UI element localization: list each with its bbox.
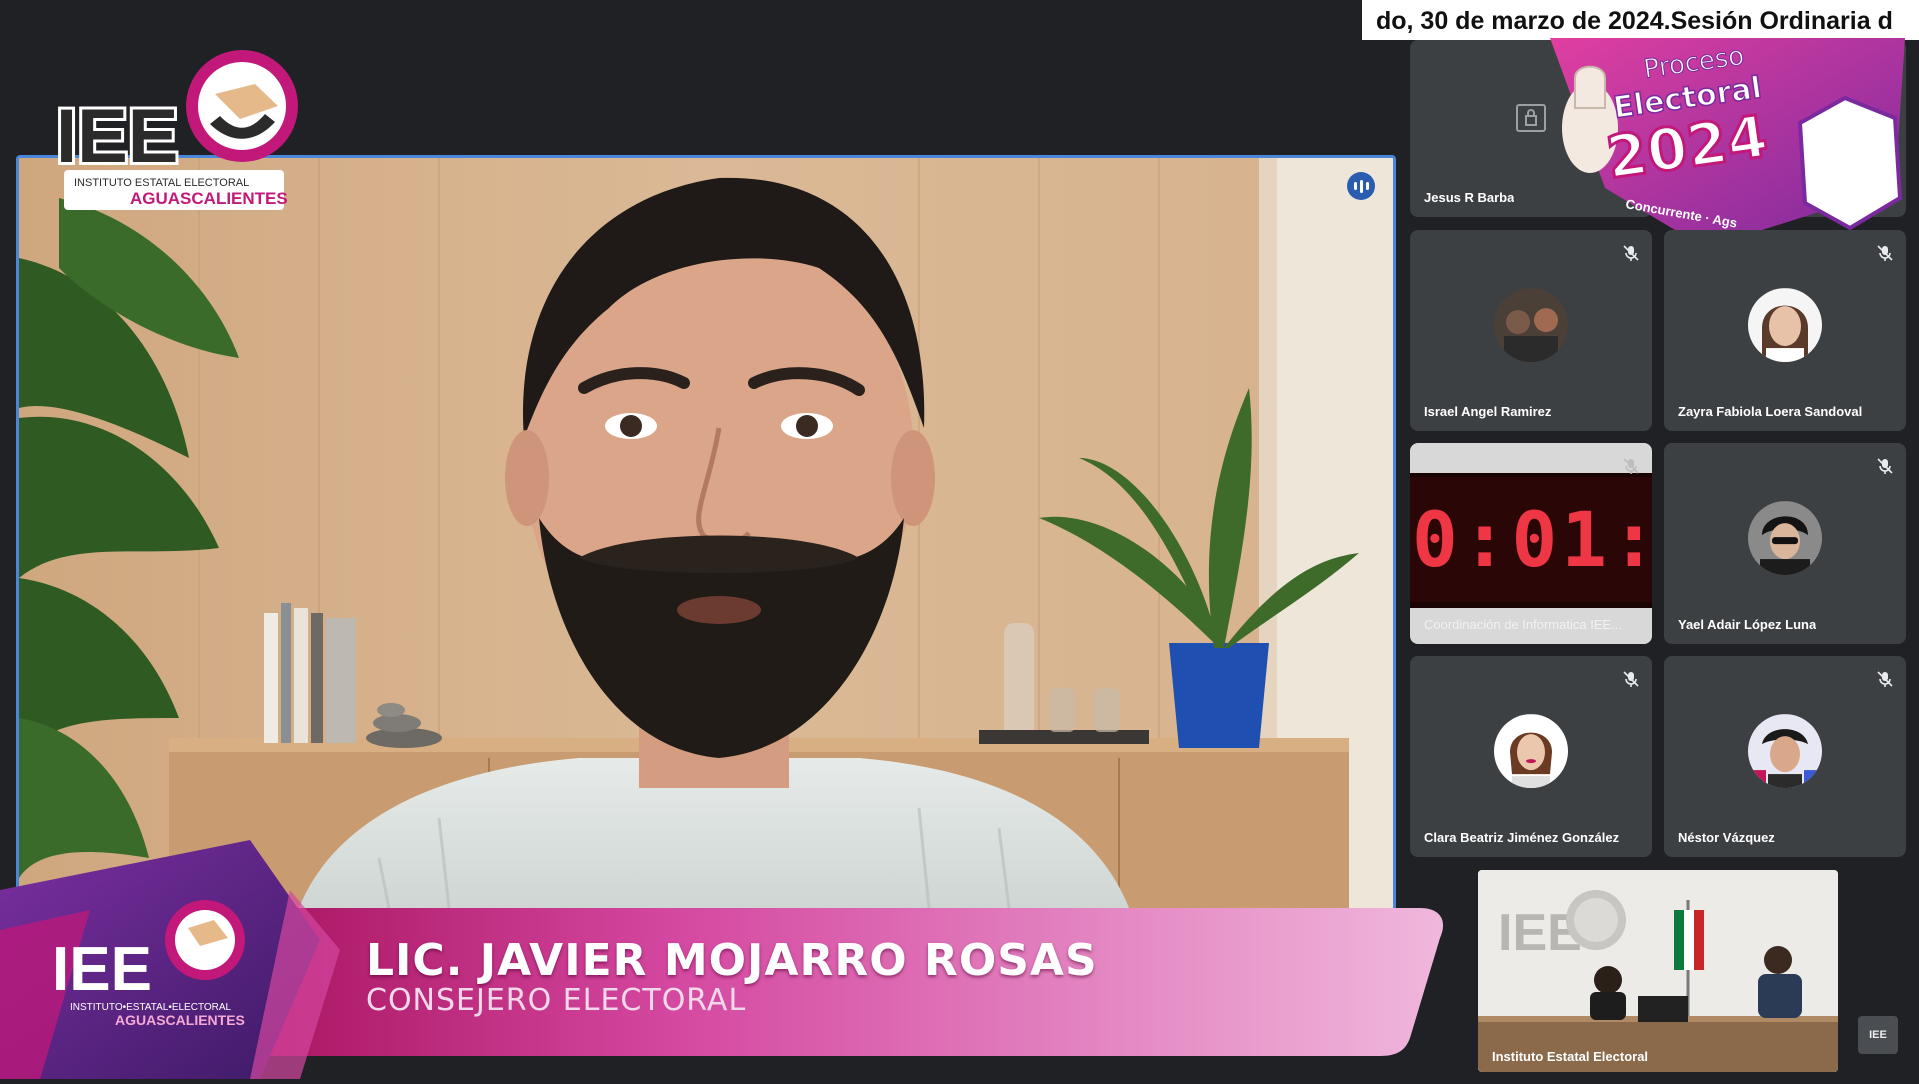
logo-line2: AGUASCALIENTES [130, 189, 288, 208]
mic-off-icon [1877, 245, 1893, 261]
avatar [1748, 500, 1822, 575]
avatar [1748, 713, 1822, 788]
participant-tile-israel[interactable]: Israel Angel Ramirez [1410, 230, 1652, 431]
iee-logo-top: IEE INSTITUTO ESTATAL ELECTORAL AGUASCAL… [50, 44, 310, 214]
participant-name: Yael Adair López Luna [1678, 617, 1817, 632]
participant-tile-coordinacion[interactable]: 0:01:2 Coordinación de Informatica IEE..… [1410, 443, 1652, 644]
timer-display: 0:01:2 [1410, 473, 1652, 608]
participant-name: Coordinación de Informatica IEE... [1424, 617, 1622, 632]
main-speaker-video[interactable] [16, 155, 1396, 911]
speaker-scene [19, 158, 1393, 908]
mic-off-icon [1623, 245, 1639, 261]
session-ticker: do, 30 de marzo de 2024.Sesión Ordinaria… [1362, 0, 1919, 40]
mic-off-icon [1623, 671, 1639, 687]
participant-tile-instituto[interactable]: IEE Instituto Estatal Electoral [1478, 870, 1838, 1072]
lock-icon [1516, 104, 1546, 132]
participant-tile-yael[interactable]: Yael Adair López Luna [1664, 443, 1906, 644]
mic-off-icon [1623, 458, 1639, 474]
mic-off-icon [1877, 671, 1893, 687]
participant-name: Zayra Fabiola Loera Sandoval [1678, 404, 1863, 419]
mic-off-icon [1877, 458, 1893, 474]
participant-name: Jesus R Barba [1424, 190, 1515, 205]
iee-watermark-icon: IEE [1858, 1016, 1898, 1054]
timer-digits: 0:01:2 [1412, 495, 1652, 584]
participant-name: Israel Angel Ramirez [1424, 404, 1552, 419]
participant-tile-zayra[interactable]: Zayra Fabiola Loera Sandoval [1664, 230, 1906, 431]
lt-logo-line2: AGUASCALIENTES [115, 1012, 245, 1028]
speaker-name: LIC. JAVIER MOJARRO ROSAS [366, 935, 1098, 986]
ticker-text: do, 30 de marzo de 2024.Sesión Ordinaria… [1376, 7, 1893, 35]
avatar [1748, 287, 1822, 362]
participant-tile-clara[interactable]: Clara Beatriz Jiménez González [1410, 656, 1652, 857]
proceso-electoral-badge: Proceso Electoral 2024 Concurrente · Ags [1545, 38, 1915, 253]
speaker-role: CONSEJERO ELECTORAL [366, 983, 747, 1018]
logo-acronym: IEE [56, 94, 179, 179]
lt-logo-acronym: IEE [52, 935, 152, 1004]
logo-line1: INSTITUTO ESTATAL ELECTORAL [74, 177, 249, 189]
participant-name: Instituto Estatal Electoral [1492, 1049, 1649, 1064]
avatar [1494, 287, 1568, 362]
room-scene: IEE [1478, 870, 1838, 1072]
participant-name: Néstor Vázquez [1678, 830, 1775, 845]
avatar [1494, 713, 1568, 788]
speaking-indicator-icon [1347, 172, 1375, 200]
participant-tile-nestor[interactable]: Néstor Vázquez [1664, 656, 1906, 857]
participant-name: Clara Beatriz Jiménez González [1424, 830, 1620, 845]
